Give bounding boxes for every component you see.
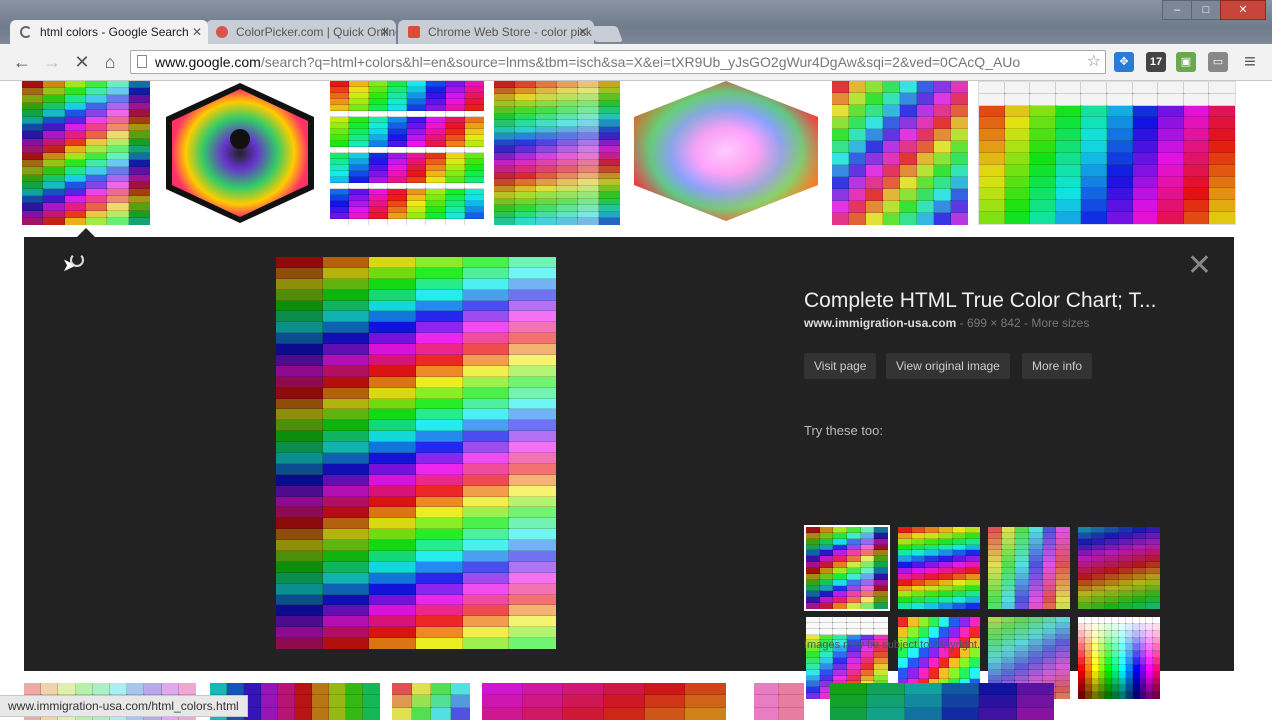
android-extension-icon[interactable]: ▣ (1176, 52, 1196, 72)
color-swatch-grid (482, 683, 726, 720)
home-button[interactable]: ⌂ (98, 50, 122, 74)
close-tab-icon[interactable]: ✕ (380, 20, 390, 44)
stop-button[interactable]: ✕ (70, 50, 94, 74)
color-swatch-grid (494, 81, 620, 225)
busy-spinner-icon (70, 253, 84, 267)
cast-extension-icon[interactable]: ▭ (1208, 52, 1228, 72)
image-preview-panel: ➤ ✕ Complete HTML True Color Chart; T...… (24, 237, 1234, 699)
color-swatch-grid (1078, 527, 1160, 609)
close-tab-icon[interactable]: ✕ (192, 20, 202, 44)
status-bar: www.immigration-usa.com/html_colors.html (0, 695, 248, 717)
color-swatch-grid (988, 527, 1070, 609)
result-thumbnail[interactable] (494, 81, 620, 225)
result-thumbnail[interactable] (482, 683, 726, 720)
preview-meta: www.immigration-usa.com - 699 × 842 - Mo… (804, 316, 1090, 330)
result-thumbnail[interactable] (630, 81, 822, 225)
preview-site[interactable]: www.immigration-usa.com (804, 316, 956, 330)
url-path: /search?q=html+colors&hl=en&source=lnms&… (260, 54, 1021, 70)
result-thumbnail[interactable] (392, 683, 470, 720)
result-thumbnail[interactable] (832, 81, 968, 225)
tab-google-search[interactable]: html colors - Google Search ✕ (10, 20, 208, 44)
related-image[interactable] (988, 527, 1070, 609)
url-host: www.google.com (155, 54, 261, 70)
result-thumbnail[interactable] (22, 81, 150, 225)
color-swatch-grid (330, 81, 484, 225)
copyright-notice: Images may be subject to copyright. (804, 639, 981, 651)
result-thumbnail[interactable] (754, 683, 804, 720)
close-preview-icon[interactable]: ✕ (1187, 251, 1212, 281)
color-swatch-grid (22, 81, 150, 225)
bookmark-star-icon[interactable]: ☆ (1087, 51, 1101, 73)
color-swatch-grid (832, 81, 968, 225)
preview-title[interactable]: Complete HTML True Color Chart; T... (804, 289, 1204, 313)
browser-toolbar: ← → ✕ ⌂ www.google.com/search?q=html+col… (0, 44, 1272, 81)
more-info-button[interactable]: More info (1022, 353, 1093, 379)
loading-icon (20, 26, 32, 38)
tab-label: Chrome Web Store - color picker (428, 25, 594, 39)
google-image-results: ➤ ✕ Complete HTML True Color Chart; T...… (0, 81, 1272, 720)
related-image[interactable] (804, 525, 890, 611)
page-icon (137, 55, 147, 68)
color-swatch-grid (392, 683, 470, 720)
webstore-favicon-icon (408, 26, 420, 38)
close-tab-icon[interactable]: ✕ (578, 20, 588, 44)
tab-chrome-web-store[interactable]: Chrome Web Store - color picker ✕ (398, 20, 594, 44)
window-controls: – □ ✕ (1162, 0, 1266, 20)
visit-page-button[interactable]: Visit page (804, 353, 877, 379)
result-thumbnail[interactable] (330, 81, 484, 225)
view-original-image-button[interactable]: View original image (886, 353, 1010, 379)
minimize-button[interactable]: – (1162, 0, 1192, 20)
preview-dimensions: 699 × 842 (966, 316, 1021, 330)
back-button[interactable]: ← (10, 50, 34, 74)
tab-label: ColorPicker.com | Quick Online Color Pic… (236, 25, 396, 39)
color-swatch-grid (276, 257, 556, 649)
color-swatch-grid (830, 683, 1054, 720)
notification-extension-icon[interactable]: 17 (1146, 52, 1166, 72)
color-swatch-grid (898, 527, 980, 609)
color-swatch-grid (754, 683, 804, 720)
close-window-button[interactable]: ✕ (1220, 0, 1266, 20)
color-swatch-grid (806, 527, 888, 609)
new-tab-button[interactable] (589, 26, 623, 42)
forward-button[interactable]: → (40, 50, 64, 74)
tab-label: html colors - Google Search (40, 25, 189, 39)
hexagon-color-wheel (166, 83, 314, 223)
maximize-button[interactable]: □ (1191, 0, 1221, 20)
tab-colorpicker[interactable]: ColorPicker.com | Quick Online Color Pic… (206, 20, 396, 44)
colorpicker-favicon-icon (216, 26, 228, 38)
related-image[interactable] (898, 527, 980, 609)
result-thumbnail[interactable] (160, 81, 320, 225)
result-thumbnail[interactable] (830, 683, 1054, 720)
result-thumbnail[interactable] (978, 81, 1236, 225)
preview-image[interactable] (276, 257, 556, 649)
url-text: www.google.com/search?q=html+colors&hl=e… (155, 51, 1075, 73)
image-results-row (0, 81, 1272, 225)
window-title-bar: html colors - Google Search ✕ ColorPicke… (0, 0, 1272, 44)
colorpicker-extension-icon[interactable]: ✥ (1114, 52, 1134, 72)
try-these-label: Try these too: (804, 423, 883, 438)
hexagon-color-wheel (634, 81, 818, 221)
related-image[interactable] (1078, 527, 1160, 609)
address-bar[interactable]: www.google.com/search?q=html+colors&hl=e… (130, 50, 1106, 74)
chrome-menu-icon[interactable]: ≡ (1238, 50, 1262, 74)
more-sizes-link[interactable]: More sizes (1031, 316, 1089, 330)
color-swatch-grid (979, 82, 1235, 224)
